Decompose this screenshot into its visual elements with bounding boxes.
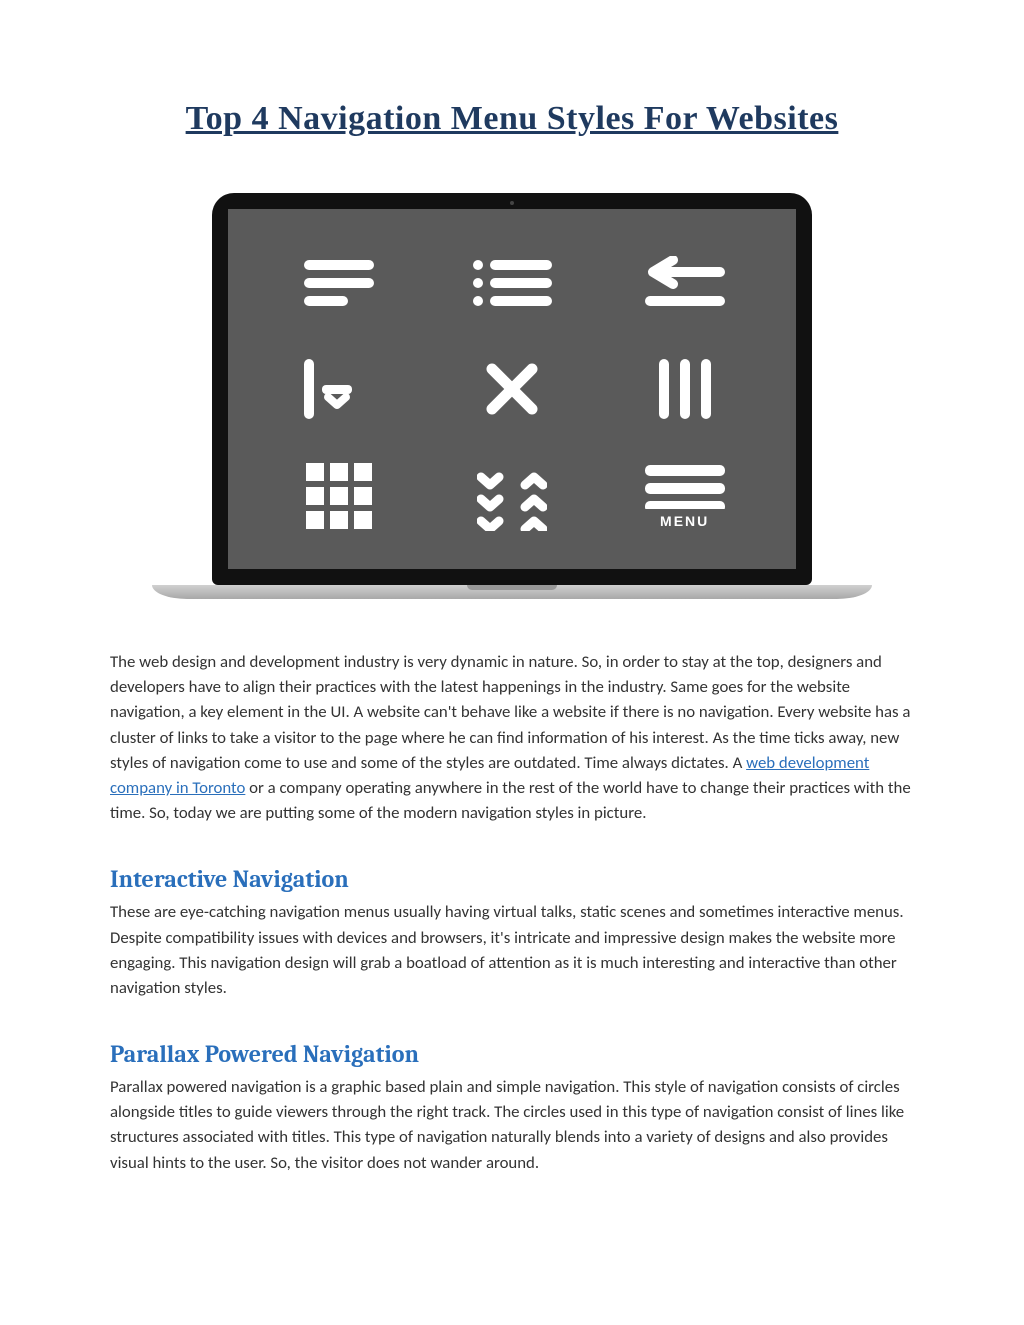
section-heading-parallax: Parallax Powered Navigation: [110, 1040, 914, 1068]
grid-icon: [306, 463, 372, 529]
hamburger-icon: [304, 256, 374, 308]
vertical-bars-icon: [655, 359, 715, 419]
close-icon: [484, 361, 540, 417]
section-body-interactive: These are eye-catching navigation menus …: [110, 899, 914, 1000]
section-heading-interactive: Interactive Navigation: [110, 865, 914, 893]
intro-paragraph: The web design and development industry …: [110, 649, 914, 825]
chevrons-icon: [477, 461, 547, 531]
page-title: Top 4 Navigation Menu Styles For Website…: [110, 100, 914, 138]
menu-label-icon: MENU: [645, 463, 725, 529]
menu-text: MENU: [645, 513, 725, 529]
list-icon: [472, 256, 552, 308]
hero-illustration: MENU: [110, 193, 914, 599]
section-body-parallax: Parallax powered navigation is a graphic…: [110, 1074, 914, 1175]
back-arrow-icon: [645, 256, 725, 308]
dropdown-indicator-icon: [304, 359, 374, 419]
